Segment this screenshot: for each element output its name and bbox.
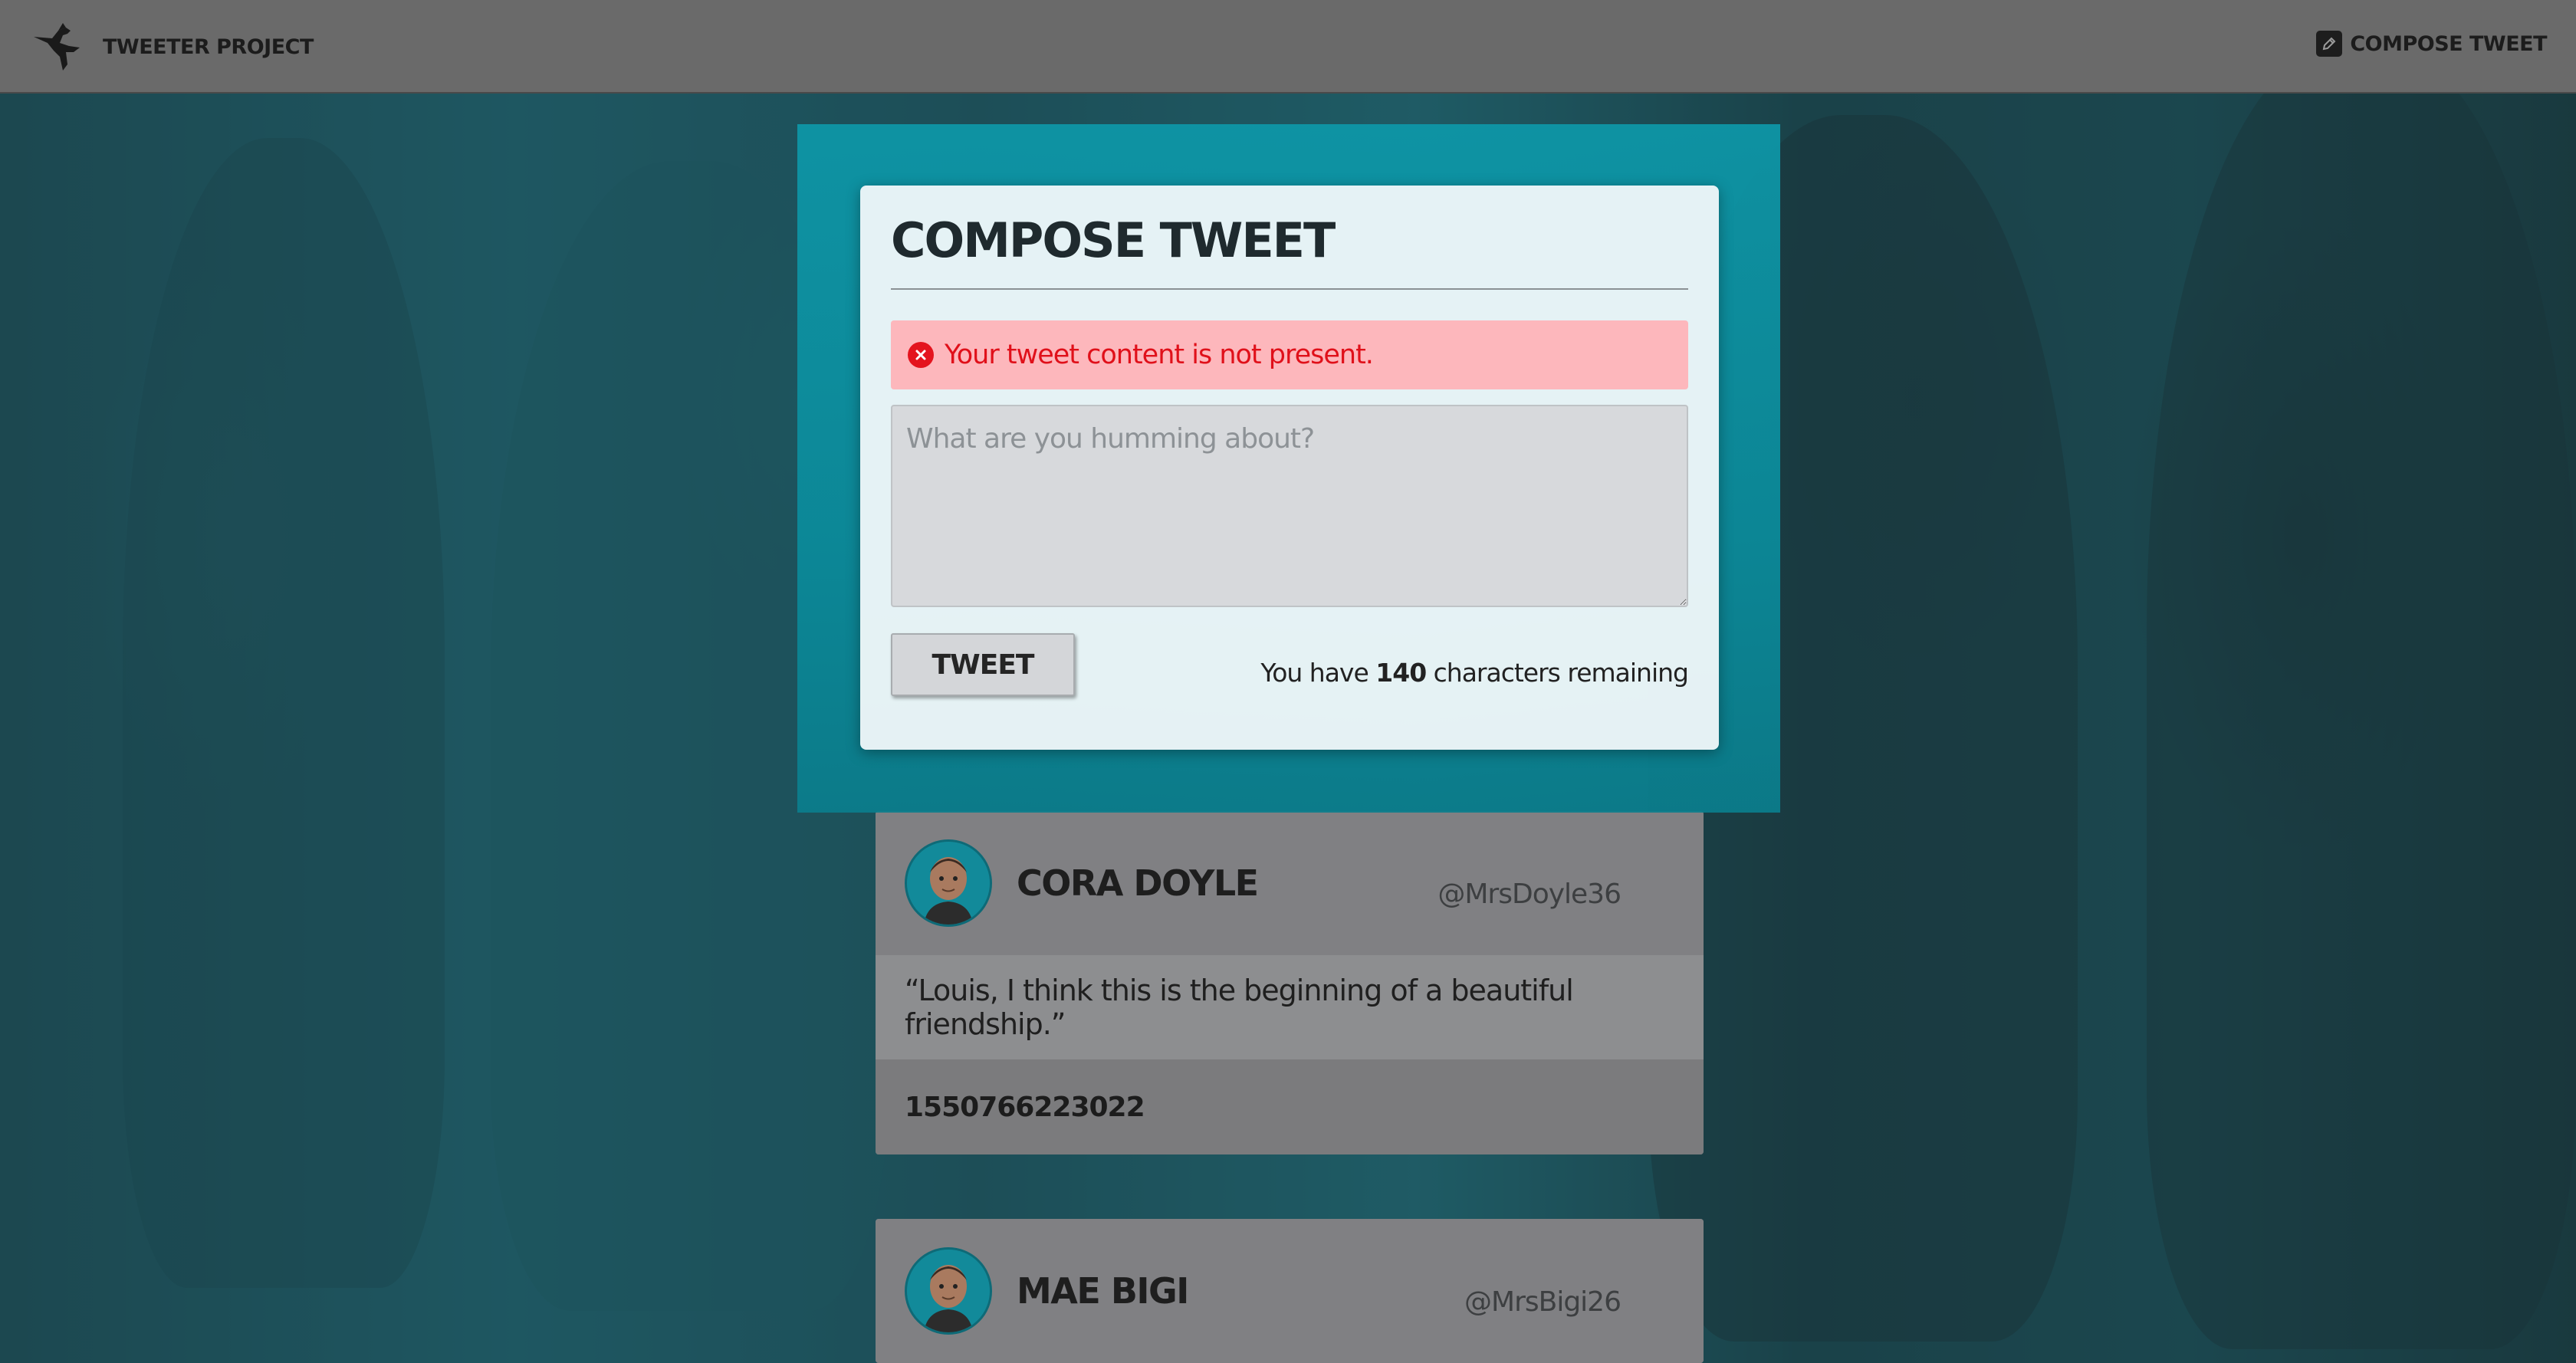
pencil-icon xyxy=(2316,31,2343,57)
modal-divider xyxy=(891,288,1688,291)
hummingbird-icon xyxy=(34,23,80,71)
avatar xyxy=(905,839,992,927)
tweet-author-handle: @MrsDoyle36 xyxy=(1438,879,1622,910)
tweet-card: CORA DOYLE @MrsDoyle36 “Louis, I think t… xyxy=(876,811,1704,1154)
brand[interactable]: TWEETER PROJECT xyxy=(32,20,314,74)
tweet-text: “Louis, I think this is the beginning of… xyxy=(876,955,1704,1059)
character-counter: You have 140 characters remaining xyxy=(1260,657,1689,688)
brand-name: TWEETER PROJECT xyxy=(103,34,314,59)
modal-title: COMPOSE TWEET xyxy=(891,212,1336,268)
counter-suffix: characters remaining xyxy=(1433,657,1689,688)
modal-footer: TWEET You have 140 characters remaining xyxy=(891,633,1689,697)
top-navbar: TWEETER PROJECT COMPOSE TWEET xyxy=(0,0,2576,94)
characters-remaining-count: 140 xyxy=(1375,657,1427,688)
tweet-content-input[interactable] xyxy=(891,405,1688,608)
counter-prefix: You have xyxy=(1260,657,1368,688)
error-circle-icon xyxy=(908,342,934,369)
tweet-card: MAE BIGI @MrsBigi26 xyxy=(876,1219,1704,1363)
compose-tweet-modal: COMPOSE TWEET Your tweet content is not … xyxy=(860,186,1719,750)
error-alert: Your tweet content is not present. xyxy=(891,320,1688,390)
avatar xyxy=(905,1247,992,1335)
tweet-header: MAE BIGI @MrsBigi26 xyxy=(876,1219,1704,1363)
tweet-header: CORA DOYLE @MrsDoyle36 xyxy=(876,811,1704,955)
error-message: Your tweet content is not present. xyxy=(945,340,1374,371)
tweet-author-name: CORA DOYLE xyxy=(1017,862,1259,904)
tweet-author-handle: @MrsBigi26 xyxy=(1464,1286,1622,1318)
compose-tweet-nav-label: COMPOSE TWEET xyxy=(2350,31,2547,56)
tweet-timestamp: 1550766223022 xyxy=(876,1059,1704,1154)
tweet-author-name: MAE BIGI xyxy=(1017,1270,1189,1312)
compose-tweet-nav-button[interactable]: COMPOSE TWEET xyxy=(2316,31,2547,57)
tweet-submit-button[interactable]: TWEET xyxy=(891,633,1075,697)
